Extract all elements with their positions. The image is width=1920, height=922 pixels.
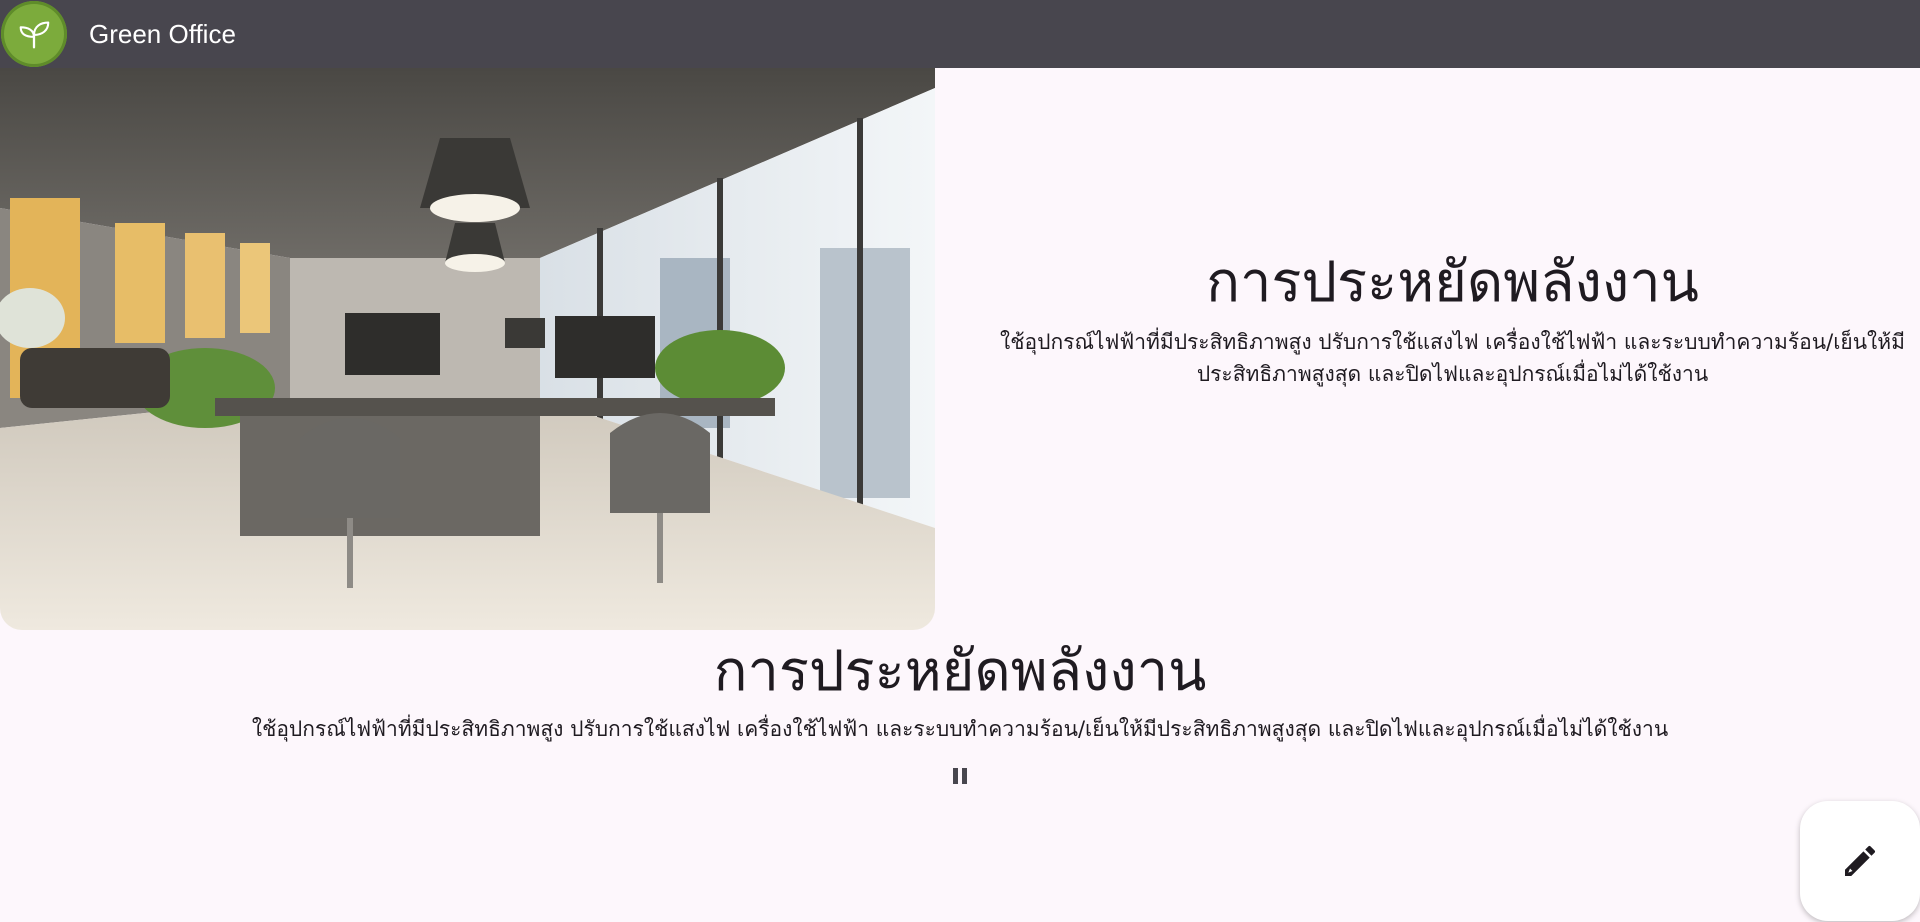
app-title: Green Office	[89, 18, 236, 49]
app-logo[interactable]	[1, 1, 67, 67]
carousel-description: ใช้อุปกรณ์ไฟฟ้าที่มีประสิทธิภาพสูง ปรับก…	[251, 717, 1669, 741]
carousel-title: การประหยัดพลังงาน	[713, 639, 1207, 704]
top-app-bar: Green Office	[0, 0, 1920, 68]
hero-text-panel: การประหยัดพลังงาน ใช้อุปกรณ์ไฟฟ้าที่มีปร…	[1000, 240, 1905, 390]
hero-office-image	[0, 68, 935, 630]
sprout-icon	[19, 21, 50, 49]
pencil-icon	[1845, 845, 1876, 876]
edit-fab-button[interactable]	[1800, 801, 1920, 921]
carousel-caption: การประหยัดพลังงาน ใช้อุปกรณ์ไฟฟ้าที่มีปร…	[0, 630, 1920, 744]
hero-description: ใช้อุปกรณ์ไฟฟ้าที่มีประสิทธิภาพสูง ปรับก…	[1000, 330, 1905, 386]
carousel-pause-button[interactable]	[950, 766, 970, 786]
pause-icon-bar	[962, 768, 967, 784]
pause-icon	[953, 768, 958, 784]
hero-title: การประหยัดพลังงาน	[1206, 250, 1699, 315]
